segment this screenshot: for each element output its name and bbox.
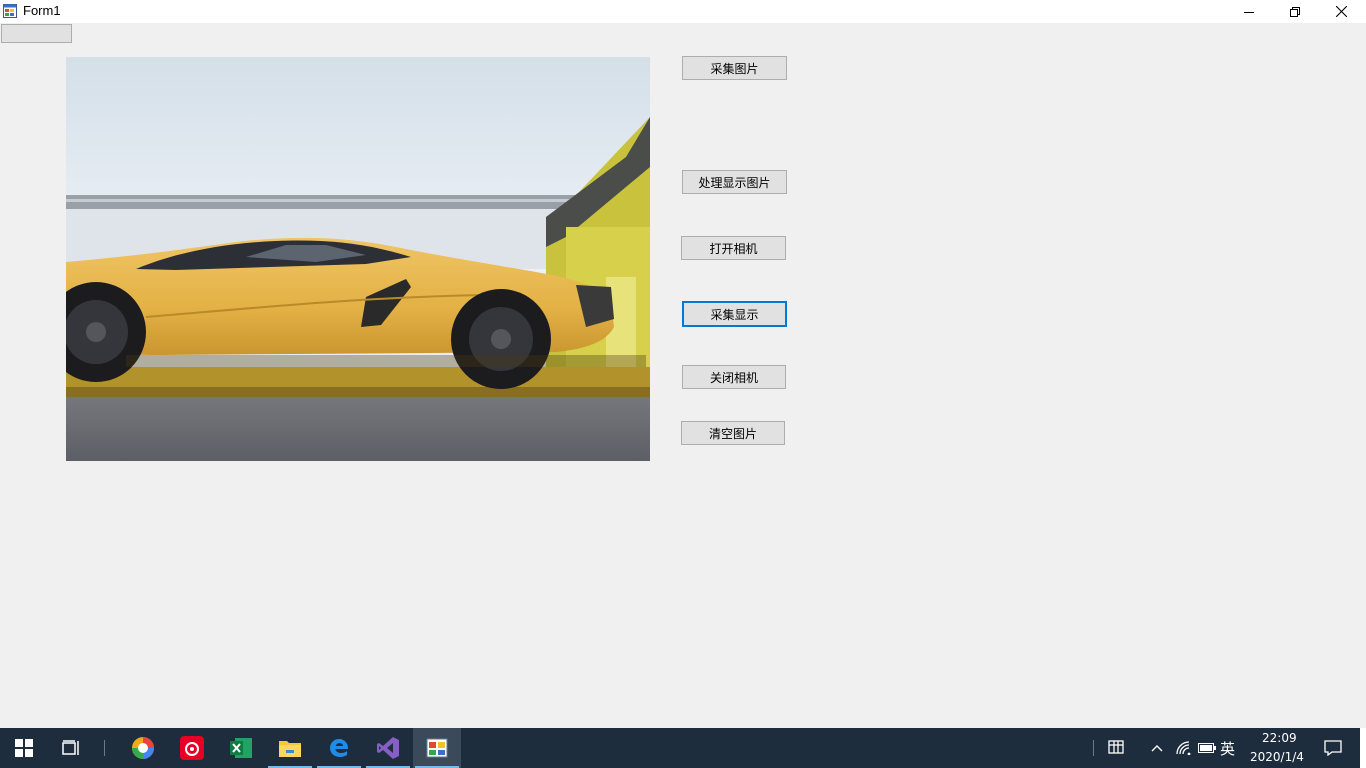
taskbar: 英 22:09 2020/1/4 [0, 728, 1366, 768]
clear-image-button[interactable]: 清空图片 [681, 421, 785, 445]
show-desktop-button[interactable] [1360, 728, 1366, 768]
minimize-icon [1244, 11, 1254, 13]
minimize-button[interactable] [1226, 0, 1272, 23]
taskbar-app-edge[interactable] [315, 728, 363, 768]
title-bar: Form1 [0, 0, 1366, 23]
taskbar-app-excel[interactable] [217, 728, 265, 768]
small-top-button[interactable] [1, 24, 72, 43]
capture-image-button[interactable]: 采集图片 [682, 56, 787, 80]
close-button[interactable] [1318, 0, 1364, 23]
ime-mode-indicator[interactable]: 英 [1220, 738, 1235, 759]
visual-studio-icon [377, 737, 399, 759]
taskbar-app-browser[interactable] [119, 728, 167, 768]
clock-date[interactable]: 2020/1/4 [1250, 750, 1304, 764]
restore-button[interactable] [1272, 0, 1318, 23]
ime-pad-icon [1108, 740, 1124, 754]
process-display-image-button[interactable]: 处理显示图片 [682, 170, 787, 194]
chevron-up-icon [1151, 745, 1163, 752]
tray-ime-pad-button[interactable] [1094, 728, 1138, 768]
start-button[interactable] [0, 728, 48, 768]
excel-icon [230, 738, 252, 758]
wifi-icon [1176, 741, 1191, 755]
browser-icon [132, 737, 154, 759]
tray-battery-button[interactable] [1196, 728, 1218, 768]
tray-network-button[interactable] [1172, 728, 1196, 768]
winform-app-icon [426, 738, 448, 758]
task-view-icon [62, 740, 79, 755]
restore-icon [1290, 6, 1300, 17]
taskbar-app-visual-studio[interactable] [364, 728, 412, 768]
open-camera-button[interactable]: 打开相机 [681, 236, 786, 260]
close-camera-button[interactable]: 关闭相机 [682, 365, 786, 389]
clock-time[interactable]: 22:09 [1262, 731, 1297, 745]
taskbar-separator [104, 740, 105, 756]
netease-music-icon [180, 736, 204, 760]
action-center-button[interactable] [1310, 728, 1356, 768]
capture-display-button[interactable]: 采集显示 [682, 301, 787, 327]
task-view-button[interactable] [48, 728, 96, 768]
taskbar-app-file-explorer[interactable] [266, 728, 314, 768]
show-hidden-icons-button[interactable] [1142, 728, 1172, 768]
battery-icon [1198, 743, 1216, 753]
edge-icon [330, 739, 349, 757]
close-icon [1335, 6, 1347, 17]
file-explorer-icon [279, 741, 301, 757]
notification-icon [1324, 740, 1342, 756]
taskbar-app-form1[interactable] [413, 728, 461, 768]
car-photo [66, 57, 650, 461]
camera-picture-box [66, 57, 650, 461]
window-title: Form1 [23, 3, 61, 18]
windows-start-icon [15, 739, 33, 757]
form-app-icon [3, 4, 17, 18]
taskbar-app-music[interactable] [168, 728, 216, 768]
